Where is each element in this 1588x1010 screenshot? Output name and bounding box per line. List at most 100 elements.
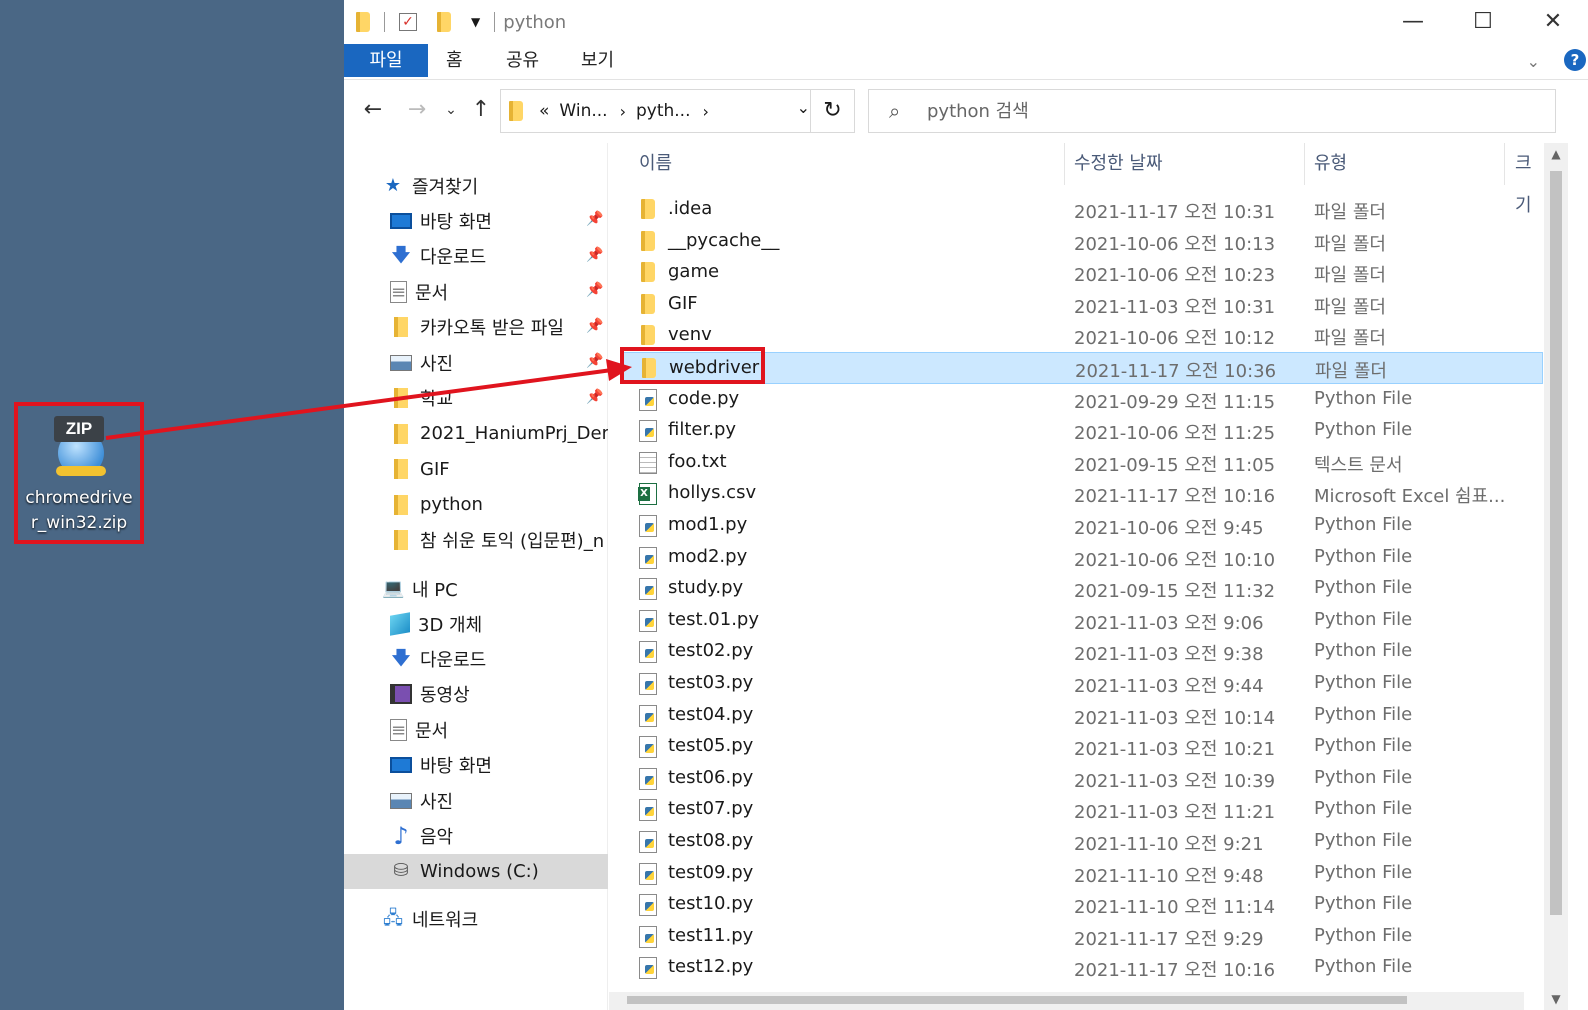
sidebar-item[interactable]: 바탕 화면 📌 [344,203,608,238]
breadcrumb-overflow[interactable]: « [539,101,549,121]
column-header-name[interactable]: 이름 [639,143,672,185]
file-row[interactable]: mod2.py 2021-10-06 오전 10:10 Python File [621,542,1543,574]
sidebar-item[interactable]: 학교 📌 [344,381,608,416]
tab-view[interactable]: 보기 [581,44,614,77]
sidebar-item[interactable]: 🡇 다운로드 [344,641,608,676]
sidebar-item[interactable]: ≡ 문서 📌 [344,274,608,309]
tab-file[interactable]: 파일 [344,44,428,77]
address-dropdown-icon[interactable]: ⌄ [797,98,810,117]
sidebar-item[interactable]: GIF [344,452,608,487]
sidebar-item-quick-access[interactable]: ★ 즐겨찾기 [344,168,608,203]
vertical-scrollbar[interactable]: ▲ ▼ [1544,143,1568,1010]
search-input[interactable] [927,98,1327,124]
pin-icon[interactable]: 📌 [586,282,603,298]
file-name: study.py [668,577,744,599]
pin-icon[interactable]: 📌 [586,353,603,369]
file-row[interactable]: test.01.py 2021-11-03 오전 9:06 Python File [621,605,1543,637]
minimize-button[interactable]: — [1378,0,1448,44]
desktop-zip-file[interactable]: ZIP chromedriver_win32.zip [14,402,144,544]
recent-locations-icon[interactable]: ⌄ [436,95,466,125]
pin-icon[interactable]: 📌 [586,247,603,263]
properties-icon[interactable]: ✓ [399,13,417,31]
file-row[interactable]: test11.py 2021-11-17 오전 9:29 Python File [621,921,1543,953]
sidebar-item[interactable]: 동영상 [344,677,608,712]
up-arrow-icon[interactable]: ↑ [466,95,496,125]
sidebar-item[interactable]: 3D 개체 [344,606,608,641]
chevron-right-icon[interactable]: › [702,102,708,121]
forward-arrow-icon[interactable]: → [402,95,432,125]
sidebar-item-label: 카카오톡 받은 파일 [420,318,564,339]
column-header-size[interactable]: 크기 [1515,143,1544,216]
file-row[interactable]: test08.py 2021-11-10 오전 9:21 Python File [621,826,1543,858]
sidebar-item[interactable]: 바탕 화면 [344,748,608,783]
pin-icon[interactable]: 📌 [586,389,603,405]
chevron-right-icon[interactable]: › [620,102,626,121]
file-row[interactable]: test07.py 2021-11-03 오전 11:21 Python File [621,794,1543,826]
horizontal-scrollbar[interactable] [609,992,1524,1010]
file-name: .idea [668,198,713,219]
scroll-thumb[interactable] [627,996,1407,1004]
file-date: 2021-11-03 오전 10:39 [1074,770,1276,792]
file-row[interactable]: test09.py 2021-11-10 오전 9:48 Python File [621,858,1543,890]
file-row[interactable]: mod1.py 2021-10-06 오전 9:45 Python File [621,510,1543,542]
back-arrow-icon[interactable]: ← [358,95,388,125]
document-icon: ≡ [390,280,407,303]
file-row[interactable]: GIF 2021-11-03 오전 10:31 파일 폴더 [621,289,1543,321]
sidebar-item[interactable]: 2021_HaniumPrj_Demo [344,416,608,451]
sidebar-item[interactable]: 사진 📌 [344,345,608,380]
search-box[interactable]: ⌕ [868,89,1556,133]
file-row[interactable]: game 2021-10-06 오전 10:23 파일 폴더 [621,257,1543,289]
sidebar-item-label: 문서 [415,720,449,742]
breadcrumb-windows[interactable]: Win... [559,101,607,121]
close-button[interactable]: ✕ [1518,0,1588,44]
scroll-up-icon[interactable]: ▲ [1544,147,1568,161]
file-row[interactable]: filter.py 2021-10-06 오전 11:25 Python File [621,415,1543,447]
expand-ribbon-icon[interactable]: ⌄ [1527,52,1540,71]
file-name: test12.py [668,956,754,978]
sidebar-item-this-pc[interactable]: 💻 내 PC [344,571,608,606]
pin-icon[interactable]: 📌 [586,318,603,334]
sidebar-item[interactable]: ⛁ Windows (C:) [344,853,608,889]
file-date: 2021-09-15 오전 11:32 [1074,581,1276,603]
sidebar-item[interactable]: ≡ 문서 [344,712,608,747]
file-date: 2021-11-17 오전 10:16 [1074,960,1276,982]
help-icon[interactable]: ? [1564,49,1586,71]
scroll-thumb[interactable] [1550,171,1562,915]
file-row[interactable]: test06.py 2021-11-03 오전 10:39 Python File [621,763,1543,795]
sidebar-item[interactable]: 사진 [344,783,608,818]
scroll-down-icon[interactable]: ▼ [1544,992,1568,1006]
file-row[interactable]: test03.py 2021-11-03 오전 9:44 Python File [621,668,1543,700]
file-row[interactable]: test10.py 2021-11-10 오전 11:14 Python File [621,889,1543,921]
tab-home[interactable]: 홈 [446,44,463,77]
file-row[interactable]: hollys.csv 2021-11-17 오전 10:16 Microsoft E… [621,478,1543,510]
sidebar-item[interactable]: ♪ 음악 [344,818,608,853]
file-row[interactable]: foo.txt 2021-09-15 오전 11:05 텍스트 문서 [621,447,1543,479]
desktop-icon-label: chromedriver_win32.zip [25,488,133,533]
folder-icon [641,325,655,346]
file-row[interactable]: test05.py 2021-11-03 오전 10:21 Python File [621,731,1543,763]
maximize-button[interactable]: ☐ [1448,0,1518,44]
file-row[interactable]: .idea 2021-11-17 오전 10:31 파일 폴더 [621,194,1543,226]
search-icon: ⌕ [889,99,901,123]
pin-icon[interactable]: 📌 [586,211,603,227]
file-row[interactable]: test04.py 2021-11-03 오전 10:14 Python File [621,700,1543,732]
column-header-date[interactable]: 수정한 날짜 [1074,143,1163,185]
address-bar[interactable]: « Win... › pyth... › ⌄ ↻ [500,89,855,133]
refresh-icon[interactable]: ↻ [810,90,854,132]
file-row[interactable]: test02.py 2021-11-03 오전 9:38 Python File [621,636,1543,668]
folder-icon [394,459,408,479]
customize-toolbar-icon[interactable]: ▼ [471,15,480,29]
file-row[interactable]: test12.py 2021-11-17 오전 10:16 Python File [621,952,1543,984]
sidebar-item[interactable]: python [344,487,608,522]
sidebar-item[interactable]: 참 쉬운 토익 (입문편)_n [344,523,608,558]
sidebar-item-network[interactable]: 🖧 네트워크 [344,901,608,936]
breadcrumb-python[interactable]: pyth... [636,101,691,121]
sidebar-item[interactable]: 카카오톡 받은 파일 📌 [344,310,608,345]
file-row[interactable]: code.py 2021-09-29 오전 11:15 Python File [621,384,1543,416]
file-row[interactable]: study.py 2021-09-15 오전 11:32 Python File [621,573,1543,605]
tab-share[interactable]: 공유 [506,44,539,77]
column-header-type[interactable]: 유형 [1314,143,1347,185]
file-row[interactable]: __pycache__ 2021-10-06 오전 10:13 파일 폴더 [621,226,1543,258]
sidebar-item[interactable]: 🡇 다운로드 📌 [344,239,608,274]
new-folder-icon[interactable] [437,12,451,32]
